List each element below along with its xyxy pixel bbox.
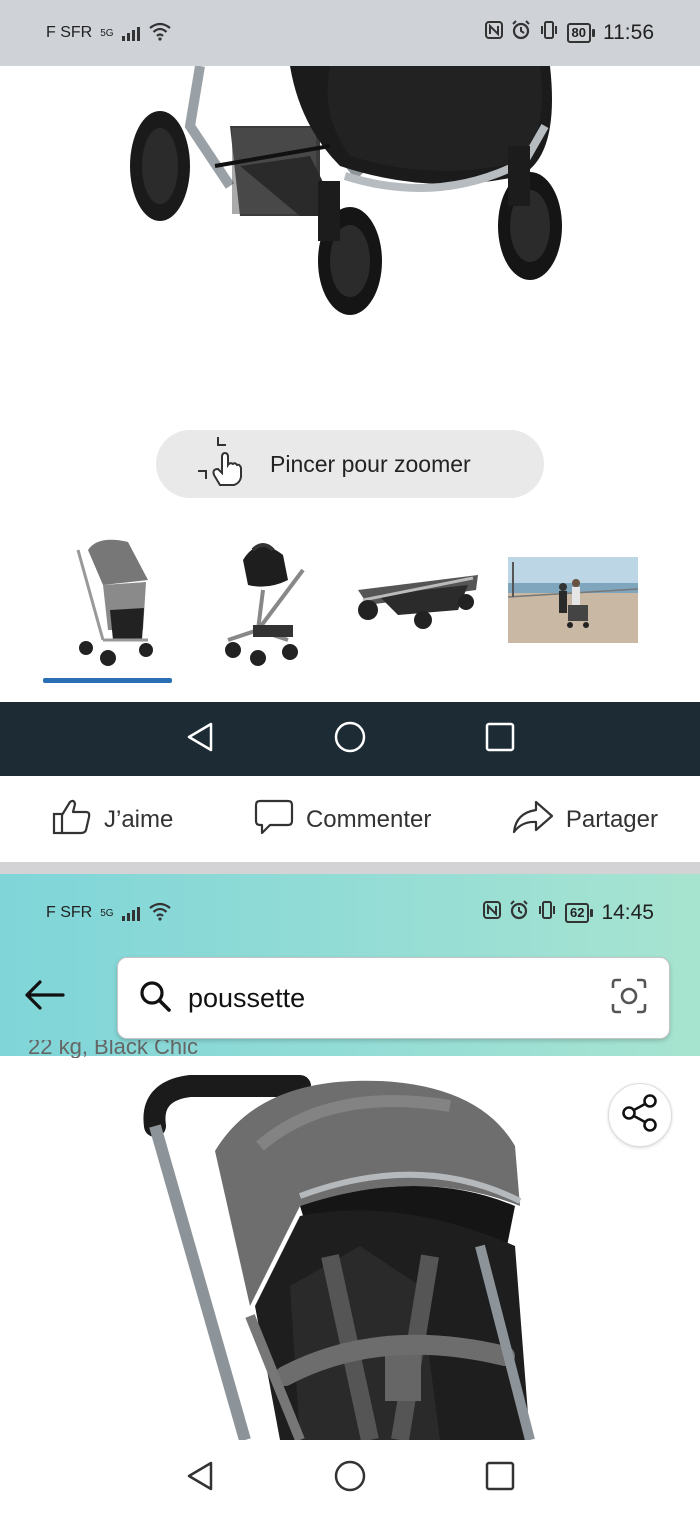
like-button[interactable]: J’aime	[52, 798, 173, 843]
nfc-icon	[484, 21, 503, 45]
carrier-name: F SFR	[46, 904, 93, 921]
signal-icon	[121, 905, 140, 921]
nav-recents-button[interactable]	[425, 1440, 575, 1517]
network-type: 5G	[100, 907, 114, 919]
status-bar-bottom: F SFR 5G 62 14:45	[0, 878, 700, 948]
vibrate-icon	[537, 900, 557, 926]
thumbs-up-icon	[52, 798, 92, 843]
alarm-icon	[511, 20, 531, 46]
carrier-name: F SFR	[46, 24, 93, 41]
share-label: Partager	[565, 806, 658, 833]
social-action-bar: J’aime Commenter Partager	[0, 776, 700, 864]
thumbnail-lifestyle-photo[interactable]	[505, 530, 640, 670]
clock: 11:56	[603, 21, 654, 44]
search-icon	[138, 979, 172, 1018]
network-type: 5G	[100, 27, 114, 39]
nav-back-button[interactable]	[125, 1440, 275, 1517]
thumbnail-folded-stroller[interactable]	[348, 530, 488, 670]
nav-back-icon	[185, 721, 215, 758]
battery-icon: 80	[566, 23, 595, 43]
pinch-to-zoom-hint: Pincer pour zoomer	[156, 430, 544, 498]
thumbnail-stroller-seat[interactable]	[38, 530, 178, 670]
comment-button[interactable]: Commenter	[254, 798, 431, 843]
nav-home-button[interactable]	[275, 702, 425, 776]
nfc-icon	[482, 901, 501, 925]
comment-icon	[254, 798, 294, 843]
nav-back-icon	[185, 1460, 215, 1497]
battery-level: 80	[566, 23, 591, 43]
nav-recents-button[interactable]	[425, 702, 575, 776]
clock: 14:45	[601, 901, 654, 924]
thumbnail-strip	[0, 530, 700, 690]
wifi-icon	[148, 901, 172, 926]
signal-icon	[121, 25, 140, 41]
nav-recents-icon	[485, 1461, 515, 1496]
system-nav-bar-bottom	[0, 1440, 700, 1517]
nav-home-icon	[333, 1459, 367, 1498]
thumbnail-car-seat[interactable]	[188, 530, 328, 670]
share-product-button[interactable]	[608, 1083, 672, 1147]
nav-recents-icon	[485, 722, 515, 757]
vibrate-icon	[539, 20, 559, 46]
product-image[interactable]	[0, 1056, 700, 1440]
comment-label: Commenter	[305, 806, 432, 833]
nav-home-icon	[333, 720, 367, 759]
share-button[interactable]: Partager	[512, 799, 658, 842]
system-nav-bar-top	[0, 702, 700, 776]
camera-lens-icon	[611, 978, 647, 1019]
battery-icon: 62	[564, 903, 594, 923]
product-title-peek: 22 kg, Black Chic	[28, 1040, 198, 1058]
battery-level: 62	[564, 903, 590, 923]
alarm-icon	[509, 900, 529, 926]
search-input[interactable]	[188, 982, 593, 1014]
like-label: J’aime	[104, 806, 174, 833]
nav-back-button[interactable]	[125, 702, 275, 776]
search-bar[interactable]	[117, 957, 670, 1039]
back-button[interactable]	[20, 972, 68, 1022]
back-arrow-icon	[23, 979, 65, 1016]
pinch-hand-icon	[196, 435, 246, 494]
share-arrow-icon	[512, 799, 554, 842]
status-bar-top: F SFR 5G 80 11:56	[0, 0, 700, 66]
pinch-label: Pincer pour zoomer	[270, 450, 471, 477]
post-divider	[0, 862, 700, 874]
selected-thumbnail-indicator	[43, 678, 172, 683]
share-icon	[620, 1093, 660, 1138]
nav-home-button[interactable]	[275, 1440, 425, 1517]
camera-search-button[interactable]	[609, 978, 649, 1018]
product-image-zoomed[interactable]	[0, 64, 700, 406]
wifi-icon	[148, 21, 172, 46]
